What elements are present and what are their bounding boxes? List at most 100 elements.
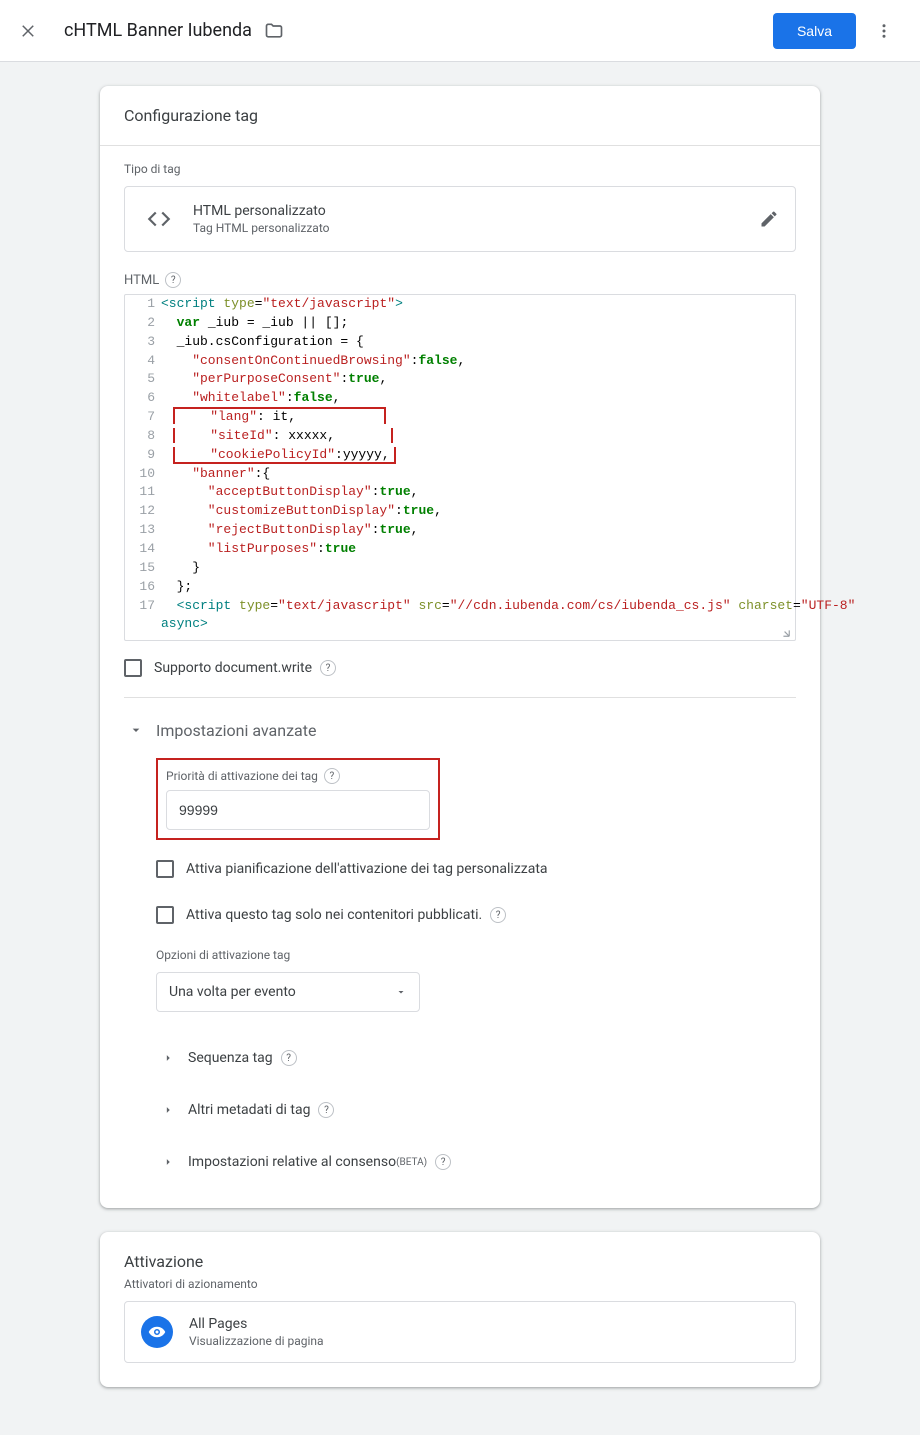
title-text: cHTML Banner Iubenda xyxy=(64,20,252,41)
line-number: 8 xyxy=(125,427,161,446)
help-icon[interactable]: ? xyxy=(165,272,181,288)
sequence-label: Sequenza tag xyxy=(188,1050,273,1066)
help-icon[interactable]: ? xyxy=(435,1154,451,1170)
tag-type-texts: HTML personalizzato Tag HTML personalizz… xyxy=(193,203,759,235)
code-line: "customizeButtonDisplay":true, xyxy=(161,502,442,521)
chevron-right-icon xyxy=(156,1098,180,1122)
code-line: "rejectButtonDisplay":true, xyxy=(161,521,418,540)
code-line: "listPurposes":true xyxy=(161,540,356,559)
html-code-editor[interactable]: 1<script type="text/javascript"> 2 var _… xyxy=(124,294,796,641)
beta-badge: (BETA) xyxy=(396,1157,427,1168)
options-label: Opzioni di attivazione tag xyxy=(156,948,796,962)
tag-type-name: HTML personalizzato xyxy=(193,203,759,219)
line-number: 4 xyxy=(125,352,161,371)
activation-card: Attivazione Attivatori di azionamento Al… xyxy=(100,1232,820,1387)
line-number: 1 xyxy=(125,295,161,314)
code-line: "banner":{ xyxy=(161,465,270,484)
tag-type-selector[interactable]: HTML personalizzato Tag HTML personalizz… xyxy=(124,186,796,252)
resize-handle-icon[interactable] xyxy=(777,624,791,638)
code-line: <script type="text/javascript"> xyxy=(161,295,403,314)
schedule-label: Attiva pianificazione dell'attivazione d… xyxy=(186,861,548,877)
code-line: "whitelabel":false, xyxy=(161,389,340,408)
config-card-title: Configurazione tag xyxy=(100,86,820,146)
options-value: Una volta per evento xyxy=(169,984,296,1000)
code-line: "cookiePolicyId":yyyyy, xyxy=(161,446,396,465)
tag-type-desc: Tag HTML personalizzato xyxy=(193,221,759,235)
advanced-label: Impostazioni avanzate xyxy=(156,721,316,740)
schedule-row: Attiva pianificazione dell'attivazione d… xyxy=(156,860,796,878)
line-number xyxy=(125,615,161,634)
line-number: 7 xyxy=(125,408,161,427)
chevron-right-icon xyxy=(156,1150,180,1174)
line-number: 16 xyxy=(125,578,161,597)
published-only-label: Attiva questo tag solo nei contenitori p… xyxy=(186,907,482,923)
help-icon[interactable]: ? xyxy=(490,907,506,923)
priority-input[interactable] xyxy=(166,790,430,830)
code-line: "lang": it, xyxy=(161,408,386,427)
docwrite-checkbox[interactable] xyxy=(124,659,142,677)
activation-section: Attivatori di azionamento All Pages Visu… xyxy=(100,1277,820,1387)
code-line: "acceptButtonDisplay":true, xyxy=(161,483,418,502)
help-icon[interactable]: ? xyxy=(320,660,336,676)
divider xyxy=(124,697,796,698)
schedule-checkbox[interactable] xyxy=(156,860,174,878)
more-menu-icon[interactable] xyxy=(864,11,904,51)
help-icon[interactable]: ? xyxy=(318,1102,334,1118)
options-select[interactable]: Una volta per evento xyxy=(156,972,420,1012)
priority-label: Priorità di attivazione dei tag ? xyxy=(166,768,430,784)
published-only-row: Attiva questo tag solo nei contenitori p… xyxy=(156,906,796,924)
html-label-text: HTML xyxy=(124,273,159,288)
line-number: 12 xyxy=(125,502,161,521)
header-bar: cHTML Banner Iubenda Salva xyxy=(0,0,920,62)
chevron-down-icon xyxy=(395,986,407,998)
metadata-toggle[interactable]: Altri metadati di tag ? xyxy=(156,1088,796,1132)
tag-type-label: Tipo di tag xyxy=(124,162,796,176)
line-number: 10 xyxy=(125,465,161,484)
triggers-label: Attivatori di azionamento xyxy=(124,1277,796,1291)
line-number: 11 xyxy=(125,483,161,502)
code-line: <script type="text/javascript" src="//cd… xyxy=(161,597,855,616)
code-line: "siteId": xxxxx, xyxy=(161,427,393,446)
code-line: async> xyxy=(161,615,208,634)
consent-label: Impostazioni relative al consenso xyxy=(188,1154,396,1170)
line-number: 6 xyxy=(125,389,161,408)
close-icon[interactable] xyxy=(16,19,40,43)
help-icon[interactable]: ? xyxy=(281,1050,297,1066)
code-line: var _iub = _iub || []; xyxy=(161,314,348,333)
content-area: Configurazione tag Tipo di tag HTML pers… xyxy=(0,62,920,1435)
code-line: }; xyxy=(161,578,192,597)
trigger-sub: Visualizzazione di pagina xyxy=(189,1334,324,1348)
docwrite-row: Supporto document.write ? xyxy=(124,659,796,677)
priority-label-text: Priorità di attivazione dei tag xyxy=(166,769,318,783)
page-view-icon xyxy=(141,1316,173,1348)
published-only-checkbox[interactable] xyxy=(156,906,174,924)
advanced-content: Priorità di attivazione dei tag ? Attiva… xyxy=(156,758,796,1184)
code-line: "consentOnContinuedBrowsing":false, xyxy=(161,352,465,371)
line-number: 13 xyxy=(125,521,161,540)
line-number: 9 xyxy=(125,446,161,465)
docwrite-label: Supporto document.write xyxy=(154,660,312,676)
priority-highlight: Priorità di attivazione dei tag ? xyxy=(156,758,440,840)
html-field-label: HTML ? xyxy=(124,272,796,288)
line-number: 15 xyxy=(125,559,161,578)
save-button[interactable]: Salva xyxy=(773,13,856,49)
help-icon[interactable]: ? xyxy=(324,768,340,784)
consent-toggle[interactable]: Impostazioni relative al consenso (BETA)… xyxy=(156,1140,796,1184)
line-number: 14 xyxy=(125,540,161,559)
chevron-down-icon xyxy=(124,718,148,742)
trigger-item[interactable]: All Pages Visualizzazione di pagina xyxy=(124,1301,796,1363)
code-icon xyxy=(141,201,177,237)
edit-icon[interactable] xyxy=(759,209,779,229)
options-block: Opzioni di attivazione tag Una volta per… xyxy=(156,948,796,1012)
tag-type-section: Tipo di tag HTML personalizzato Tag HTML… xyxy=(100,146,820,1208)
chevron-right-icon xyxy=(156,1046,180,1070)
trigger-name: All Pages xyxy=(189,1316,324,1332)
line-number: 17 xyxy=(125,597,161,616)
advanced-toggle[interactable]: Impostazioni avanzate xyxy=(124,712,796,748)
sequence-toggle[interactable]: Sequenza tag ? xyxy=(156,1036,796,1080)
trigger-texts: All Pages Visualizzazione di pagina xyxy=(189,1316,324,1348)
code-line: "perPurposeConsent":true, xyxy=(161,370,387,389)
line-number: 5 xyxy=(125,370,161,389)
code-line: } xyxy=(161,559,200,578)
folder-icon[interactable] xyxy=(264,21,284,41)
